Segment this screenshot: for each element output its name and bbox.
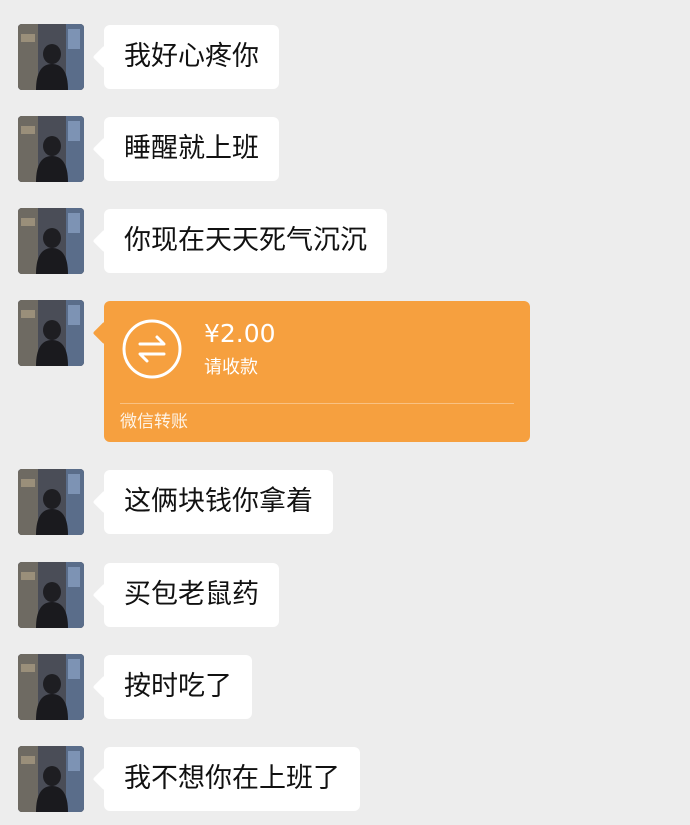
message-bubble[interactable]: 你现在天天死气沉沉 — [104, 209, 387, 273]
message-bubble[interactable]: 买包老鼠药 — [104, 563, 279, 627]
transfer-footer-label: 微信转账 — [120, 412, 188, 432]
transfer-status: 请收款 — [204, 357, 258, 378]
avatar-image — [18, 116, 84, 182]
transfer-arrows-icon — [122, 319, 182, 379]
avatar-image — [18, 562, 84, 628]
avatar-image — [18, 746, 84, 812]
transfer-card[interactable]: ¥2.00 请收款 微信转账 — [104, 301, 530, 442]
avatar-image — [18, 208, 84, 274]
avatar[interactable] — [18, 654, 84, 720]
avatar-image — [18, 300, 84, 366]
avatar[interactable] — [18, 562, 84, 628]
avatar[interactable] — [18, 469, 84, 535]
divider — [120, 403, 514, 404]
message-bubble[interactable]: 按时吃了 — [104, 655, 252, 719]
avatar[interactable] — [18, 116, 84, 182]
message-bubble[interactable]: 我不想你在上班了 — [104, 747, 360, 811]
avatar[interactable] — [18, 208, 84, 274]
avatar-image — [18, 469, 84, 535]
message-bubble[interactable]: 这俩块钱你拿着 — [104, 470, 333, 534]
avatar[interactable] — [18, 300, 84, 366]
chat-window: 我好心疼你 睡醒就上班 你现在天天死气沉沉 ¥2.00 请收款 微信转账 这俩块… — [0, 0, 690, 825]
message-bubble[interactable]: 我好心疼你 — [104, 25, 279, 89]
avatar[interactable] — [18, 746, 84, 812]
message-bubble[interactable]: 睡醒就上班 — [104, 117, 279, 181]
transfer-amount: ¥2.00 — [204, 319, 276, 348]
avatar-image — [18, 654, 84, 720]
avatar[interactable] — [18, 24, 84, 90]
avatar-image — [18, 24, 84, 90]
